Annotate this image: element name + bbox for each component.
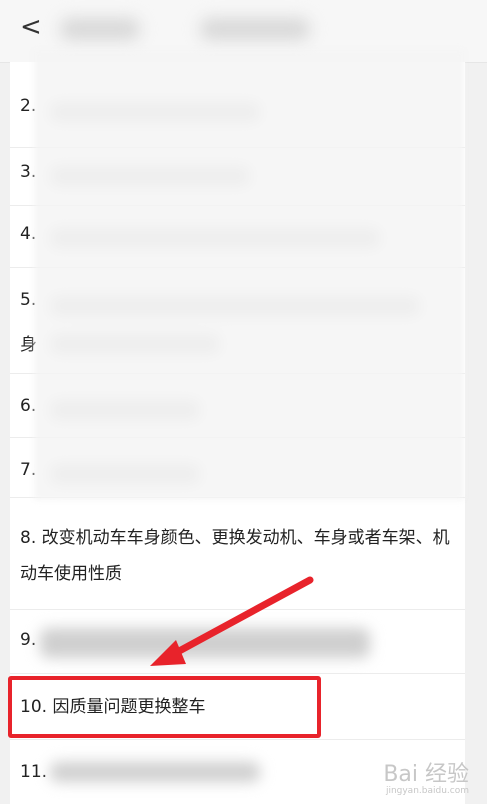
watermark-url: jingyan.baidu.com (385, 786, 469, 796)
baidu-watermark: Bai 经验 jingyan.baidu.com (383, 756, 469, 796)
watermark-main: Bai 经验 (383, 762, 469, 787)
arrow-head (150, 640, 186, 666)
red-arrow-annotation (150, 576, 314, 666)
arrow-shaft (166, 576, 314, 660)
